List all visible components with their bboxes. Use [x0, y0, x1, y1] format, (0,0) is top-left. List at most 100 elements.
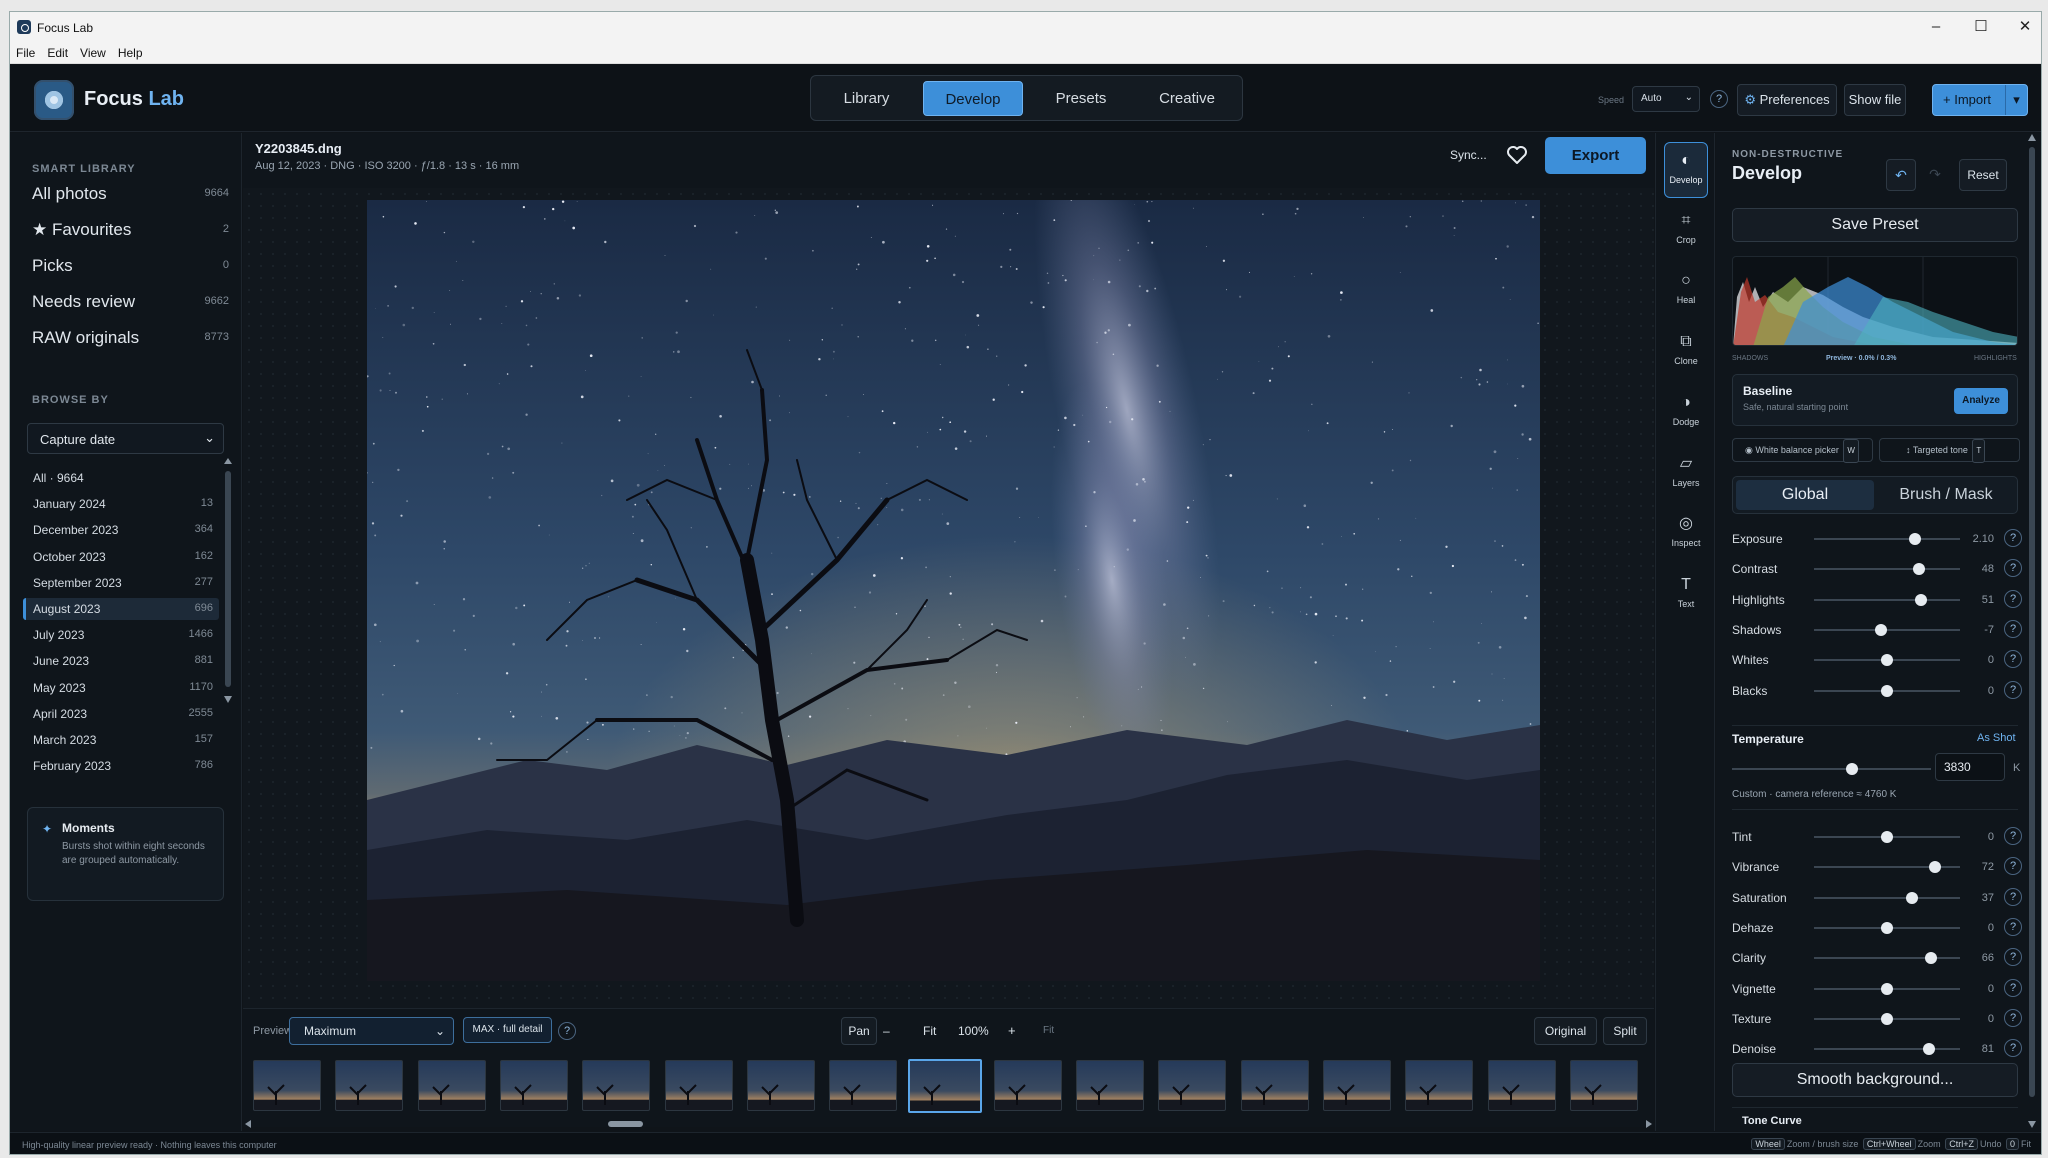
close-icon[interactable]: ✕: [2005, 16, 2041, 38]
month-item[interactable]: May 2023 1170: [23, 677, 219, 699]
library-item[interactable]: Needs review 9662: [32, 292, 229, 320]
slider-knob[interactable]: [1881, 1012, 1893, 1025]
tool-heal[interactable]: ○ Heal: [1664, 263, 1708, 319]
slider-track[interactable]: [1814, 1043, 1960, 1056]
help-icon[interactable]: ?: [2004, 857, 2022, 876]
temperature-slider[interactable]: [1732, 763, 1931, 775]
filmstrip-thumbnail[interactable]: [253, 1060, 321, 1111]
month-item[interactable]: July 2023 1466: [23, 624, 219, 646]
analyze-button[interactable]: Analyze: [1954, 388, 2008, 414]
month-item[interactable]: August 2023 696: [23, 598, 219, 620]
slider-track[interactable]: [1814, 831, 1960, 843]
tool-text[interactable]: T Text: [1664, 567, 1708, 623]
filmstrip-thumbnail[interactable]: [499, 1060, 568, 1111]
import-button[interactable]: + Import ▾: [1932, 84, 2028, 116]
redo-icon[interactable]: ↷: [1920, 159, 1950, 191]
white-balance-picker-button[interactable]: ◉ White balance picker W: [1732, 438, 1873, 463]
slider-knob[interactable]: [1924, 952, 1937, 965]
month-scrollbar[interactable]: [223, 457, 233, 704]
slider-knob[interactable]: [1908, 533, 1921, 545]
menu-help[interactable]: Help: [112, 42, 149, 60]
filmstrip-thumbnail[interactable]: [1569, 1060, 1638, 1111]
slider-knob[interactable]: [1905, 891, 1918, 904]
slider-knob[interactable]: [1914, 593, 1927, 606]
filmstrip-thumbnail[interactable]: [664, 1060, 733, 1111]
filmstrip-scrollbar[interactable]: [243, 1120, 1654, 1128]
library-item[interactable]: ★ Favourites 2: [32, 220, 229, 248]
tool-layers[interactable]: ▱ Layers: [1664, 446, 1708, 502]
slider-track[interactable]: [1814, 861, 1960, 874]
filmstrip-thumbnail[interactable]: [1405, 1060, 1474, 1111]
preferences-button[interactable]: ⚙ Preferences: [1737, 84, 1837, 116]
reset-button[interactable]: Reset: [1959, 159, 2007, 191]
panel-scrollbar[interactable]: [2027, 133, 2037, 1131]
slider-track[interactable]: [1814, 952, 1960, 965]
zoom-in-button[interactable]: +: [1008, 1023, 1016, 1038]
fit-secondary-button[interactable]: Fit: [1043, 1025, 1054, 1036]
brush-mask-mode-tab[interactable]: Brush / Mask: [1877, 480, 2015, 510]
help-icon[interactable]: ?: [2004, 887, 2022, 906]
slider-track[interactable]: [1814, 623, 1960, 636]
tool-develop[interactable]: ◐ Develop: [1664, 142, 1708, 198]
help-icon[interactable]: ?: [2004, 619, 2022, 638]
slider-knob[interactable]: [1881, 921, 1893, 934]
speed-help-icon[interactable]: ?: [1710, 90, 1728, 108]
slider-knob[interactable]: [1875, 623, 1888, 636]
import-dropdown-icon[interactable]: ▾: [2005, 85, 2027, 115]
tab-library[interactable]: Library: [819, 81, 914, 116]
menu-file[interactable]: File: [10, 42, 41, 60]
save-preset-button[interactable]: Save Preset: [1732, 208, 2018, 242]
library-item[interactable]: RAW originals 8773: [32, 328, 229, 356]
as-shot-button[interactable]: As Shot: [1977, 732, 2016, 744]
menu-view[interactable]: View: [74, 42, 112, 60]
photo-canvas[interactable]: [367, 200, 1540, 981]
slider-track[interactable]: [1814, 593, 1960, 606]
filmstrip-thumbnail[interactable]: [1322, 1060, 1391, 1111]
pan-button[interactable]: Pan: [841, 1017, 877, 1045]
slider-track[interactable]: [1814, 921, 1960, 934]
slider-track[interactable]: [1814, 654, 1960, 667]
month-item[interactable]: October 2023 162: [23, 546, 219, 568]
temperature-knob[interactable]: [1846, 763, 1858, 775]
tool-inspect[interactable]: ◎ Inspect: [1664, 506, 1708, 562]
heart-icon[interactable]: [1505, 143, 1529, 167]
show-file-button[interactable]: Show file: [1844, 84, 1906, 116]
help-icon[interactable]: ?: [2004, 917, 2022, 936]
original-button[interactable]: Original: [1534, 1017, 1597, 1045]
slider-track[interactable]: [1814, 533, 1960, 545]
help-icon[interactable]: ?: [2004, 948, 2022, 967]
sync-button[interactable]: Sync...: [1450, 148, 1487, 162]
minimize-icon[interactable]: –: [1916, 16, 1956, 38]
tool-clone[interactable]: ⧉ Clone: [1664, 324, 1708, 380]
help-icon[interactable]: ?: [2004, 650, 2022, 669]
library-item[interactable]: All photos 9664: [32, 184, 229, 212]
filmstrip-thumbnail[interactable]: [746, 1060, 815, 1111]
month-item[interactable]: February 2023 786: [23, 755, 219, 777]
slider-track[interactable]: [1814, 1012, 1960, 1025]
filmstrip-thumbnail[interactable]: [582, 1060, 651, 1111]
filmstrip-thumbnail[interactable]: [1487, 1060, 1556, 1111]
tool-dodge[interactable]: ◑ Dodge: [1664, 385, 1708, 441]
help-icon[interactable]: ?: [2004, 589, 2022, 608]
split-button[interactable]: Split: [1603, 1017, 1647, 1045]
help-icon[interactable]: ?: [2004, 1039, 2022, 1058]
maximize-icon[interactable]: ☐: [1961, 16, 2001, 38]
help-icon[interactable]: ?: [2004, 1008, 2022, 1027]
slider-track[interactable]: [1814, 891, 1960, 904]
tool-crop[interactable]: ⌗ Crop: [1664, 203, 1708, 259]
zoom-out-button[interactable]: –: [883, 1024, 890, 1038]
slider-knob[interactable]: [1881, 684, 1893, 697]
slider-track[interactable]: [1814, 684, 1960, 697]
month-item[interactable]: June 2023 881: [23, 650, 219, 672]
preview-help-icon[interactable]: ?: [558, 1022, 576, 1040]
month-item[interactable]: March 2023 157: [23, 729, 219, 751]
help-icon[interactable]: ?: [2004, 529, 2022, 547]
filmstrip-thumbnail[interactable]: [908, 1059, 983, 1113]
month-item[interactable]: All · 9664: [23, 467, 219, 489]
help-icon[interactable]: ?: [2004, 559, 2022, 578]
tab-presets[interactable]: Presets: [1031, 81, 1131, 116]
month-item[interactable]: September 2023 277: [23, 572, 219, 594]
slider-knob[interactable]: [1923, 1043, 1936, 1056]
filmstrip-thumbnail[interactable]: [1076, 1060, 1144, 1111]
fit-button[interactable]: Fit: [923, 1024, 936, 1038]
